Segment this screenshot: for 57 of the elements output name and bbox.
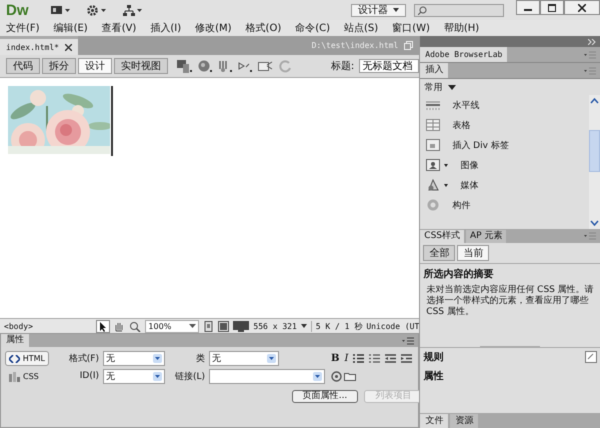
id-label: ID(I) [78,371,99,382]
panel-tab[interactable]: 文件 [420,414,448,428]
document-tab[interactable]: index.html* [0,39,78,55]
workspace-dropdown[interactable]: 设计器 [351,4,406,16]
format-label: 格式(F) [68,352,99,366]
panel-tab[interactable]: 资源 [450,414,478,428]
download-size: 5 K / 1 秒 [310,320,362,332]
menu-item[interactable]: 命令(C) [295,21,330,35]
path-bar: D:\test\index.html [78,36,420,55]
insert-tab[interactable]: 插入 [420,63,448,78]
id-dropdown[interactable]: 无 [103,368,165,384]
category-dropdown[interactable]: 常用 [424,80,442,94]
menu-item[interactable]: 修改(M) [195,21,232,35]
browserlab-tab[interactable]: Adobe BrowserLab [420,47,508,62]
class-label: 类 [195,352,205,366]
insert-item[interactable]: 表格 [420,115,589,135]
panel-tab[interactable]: CSS样式 [420,230,464,243]
bold-button[interactable]: B [331,353,340,364]
menu-item[interactable]: 查看(V) [102,21,136,35]
view-button[interactable]: 代码 [6,58,40,74]
title-label: 标题: [330,60,354,73]
page-properties-button[interactable]: 页面属性... [292,390,358,403]
window-size[interactable]: 556 x 321 [253,322,297,330]
encoding-label: Unicode (UT [366,322,420,330]
menu-item[interactable]: 帮助(H) [444,21,480,35]
format-dropdown[interactable]: 无 [103,351,165,366]
menu-item[interactable]: 插入(I) [150,21,182,35]
insert-item[interactable]: 媒体 [420,175,589,195]
italic-button[interactable]: I [344,353,348,364]
mode-button[interactable]: CSS [5,369,49,384]
title-field[interactable]: 无标题文档 [359,59,420,73]
menu-item[interactable]: 文件(F) [6,21,40,35]
insert-item[interactable]: 图像 [420,155,589,175]
mode-button[interactable]: 全部 [423,245,456,261]
app-logo: Dw [6,2,28,18]
insert-item[interactable]: 插入 Div 标签 [420,135,589,155]
mode-button[interactable]: 当前 [457,245,490,261]
properties-heading: 属性 [422,370,444,384]
view-button[interactable]: 实时视图 [114,58,168,74]
summary-message: 未对当前选定内容应用任何 CSS 属性。请选择一个带样式的元素，查看应用了哪些 CSS 属性。 [425,284,595,318]
zoom-dropdown[interactable]: 100% [145,320,200,332]
view-button[interactable]: 拆分 [42,58,76,74]
panel-tab[interactable]: AP 元素 [466,230,506,243]
menu-item[interactable]: 站点(S) [344,21,378,35]
view-button[interactable]: 设计 [78,58,112,74]
menu-item[interactable]: 窗口(W) [392,21,430,35]
insert-item[interactable]: 构件 [420,195,589,215]
rules-heading: 规则 [423,350,444,364]
menu-item[interactable]: 格式(O) [246,21,282,35]
class-dropdown[interactable]: 无 [209,351,279,366]
insert-item[interactable]: 水平线 [420,95,589,115]
tag-selector[interactable]: <body> [4,322,33,330]
link-label: 链接(L) [174,370,205,383]
section-title: 所选内容的摘要 [422,267,494,281]
mode-button[interactable]: HTML [5,351,49,366]
properties-tab[interactable]: 属性 [1,334,29,347]
menu-item[interactable]: 编辑(E) [54,21,88,35]
